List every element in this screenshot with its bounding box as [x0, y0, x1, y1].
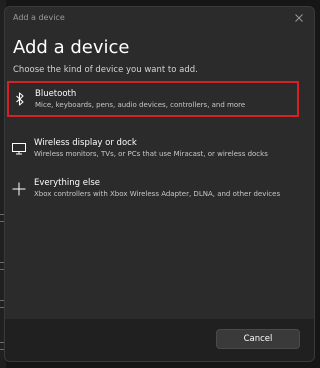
- dialog-subtitle: Choose the kind of device you want to ad…: [13, 65, 198, 75]
- option-description: Xbox controllers with Xbox Wireless Adap…: [34, 190, 281, 198]
- option-bluetooth[interactable]: Bluetooth Mice, keyboards, pens, audio d…: [7, 81, 299, 117]
- page-title: Add a device: [13, 37, 130, 58]
- option-label: Wireless display or dock: [34, 138, 137, 148]
- option-wireless-display[interactable]: Wireless display or dock Wireless monito…: [7, 131, 299, 167]
- plus-icon: [11, 181, 27, 197]
- option-everything-else[interactable]: Everything else Xbox controllers with Xb…: [7, 171, 299, 207]
- monitor-icon: [11, 141, 27, 157]
- option-label: Everything else: [34, 178, 100, 188]
- close-button[interactable]: [290, 10, 308, 26]
- option-label: Bluetooth: [35, 89, 77, 99]
- title-bar: Add a device: [5, 7, 314, 31]
- bluetooth-icon: [12, 91, 28, 107]
- add-device-dialog: Add a device Add a device Choose the kin…: [4, 6, 315, 362]
- option-description: Mice, keyboards, pens, audio devices, co…: [35, 101, 246, 109]
- option-description: Wireless monitors, TVs, or PCs that use …: [34, 150, 268, 158]
- window-title: Add a device: [13, 13, 65, 22]
- close-icon: [295, 14, 303, 22]
- cancel-button[interactable]: Cancel: [216, 329, 300, 349]
- dialog-footer: Cancel: [5, 319, 314, 361]
